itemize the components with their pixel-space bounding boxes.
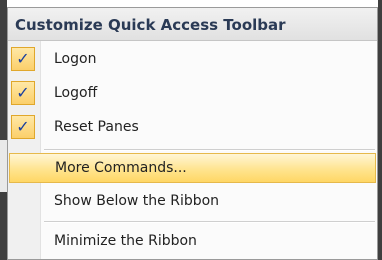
menu-item-logon[interactable]: ✓ Logon bbox=[8, 44, 377, 75]
menu-item-label: Show Below the Ribbon bbox=[54, 193, 220, 209]
menu-item-reset-panes[interactable]: ✓ Reset Panes bbox=[8, 112, 377, 143]
menu-item-label: Logoff bbox=[54, 85, 98, 101]
checkmark-icon: ✓ bbox=[11, 81, 35, 105]
menu-item-more-commands[interactable]: More Commands... bbox=[9, 153, 376, 183]
menu-separator bbox=[44, 221, 375, 223]
menu-title: Customize Quick Access Toolbar bbox=[15, 16, 286, 34]
background-edge-left bbox=[0, 0, 7, 260]
menu-separator bbox=[44, 149, 375, 151]
checkmark-icon: ✓ bbox=[11, 115, 35, 139]
menu-item-label: More Commands... bbox=[55, 160, 187, 176]
menu-item-logoff[interactable]: ✓ Logoff bbox=[8, 78, 377, 109]
menu-item-label: Reset Panes bbox=[54, 119, 139, 135]
checkmark-icon: ✓ bbox=[11, 47, 35, 71]
menu-item-minimize-ribbon[interactable]: Minimize the Ribbon bbox=[8, 226, 377, 257]
background-edge-right bbox=[378, 0, 382, 260]
menu-item-label: Minimize the Ribbon bbox=[54, 233, 197, 249]
menu-item-label: Logon bbox=[54, 51, 97, 67]
menu-item-show-below-ribbon[interactable]: Show Below the Ribbon bbox=[8, 186, 377, 217]
menu-header: Customize Quick Access Toolbar bbox=[8, 8, 377, 41]
customize-quick-access-toolbar-menu: Customize Quick Access Toolbar ✓ Logon ✓… bbox=[7, 7, 378, 260]
